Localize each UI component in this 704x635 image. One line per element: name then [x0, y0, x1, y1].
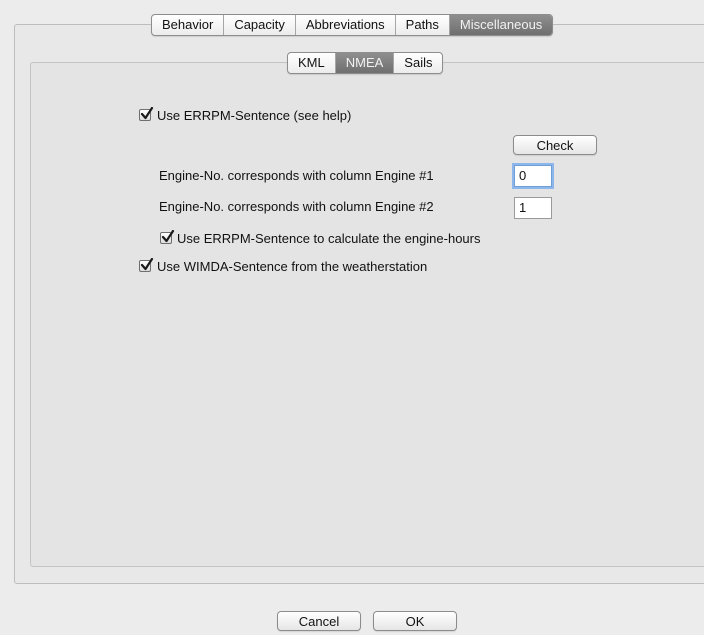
cancel-button[interactable]: Cancel	[277, 611, 361, 631]
use-errpm-label[interactable]: Use ERRPM-Sentence (see help)	[157, 108, 351, 123]
use-errpm-checkbox[interactable]	[139, 107, 154, 121]
tab-paths[interactable]: Paths	[396, 15, 450, 35]
check-button[interactable]: Check	[513, 135, 597, 155]
use-wimda-label[interactable]: Use WIMDA-Sentence from the weatherstati…	[157, 259, 427, 274]
tab-abbreviations[interactable]: Abbreviations	[296, 15, 396, 35]
sub-tab-bar: KML NMEA Sails	[287, 52, 444, 74]
tab-miscellaneous[interactable]: Miscellaneous	[449, 15, 553, 35]
checkmark-icon	[161, 230, 175, 243]
checkmark-icon	[140, 107, 154, 120]
top-tab-bar: Behavior Capacity Abbreviations Paths Mi…	[151, 14, 554, 36]
tab-sails[interactable]: Sails	[394, 53, 442, 73]
engine-hours-checkbox[interactable]	[160, 230, 175, 244]
checkmark-icon	[140, 258, 154, 271]
tab-nmea[interactable]: NMEA	[335, 53, 395, 73]
ok-button[interactable]: OK	[373, 611, 457, 631]
engine2-label: Engine-No. corresponds with column Engin…	[159, 199, 434, 214]
engine-hours-label[interactable]: Use ERRPM-Sentence to calculate the engi…	[177, 231, 481, 246]
tab-behavior[interactable]: Behavior	[152, 15, 225, 35]
engine2-field[interactable]: 1	[514, 197, 552, 219]
use-wimda-checkbox[interactable]	[139, 258, 154, 272]
tab-kml[interactable]: KML	[288, 53, 336, 73]
engine1-label: Engine-No. corresponds with column Engin…	[159, 168, 434, 183]
engine1-field[interactable]: 0	[514, 165, 552, 187]
nmea-panel	[30, 62, 704, 567]
tab-capacity[interactable]: Capacity	[224, 15, 296, 35]
